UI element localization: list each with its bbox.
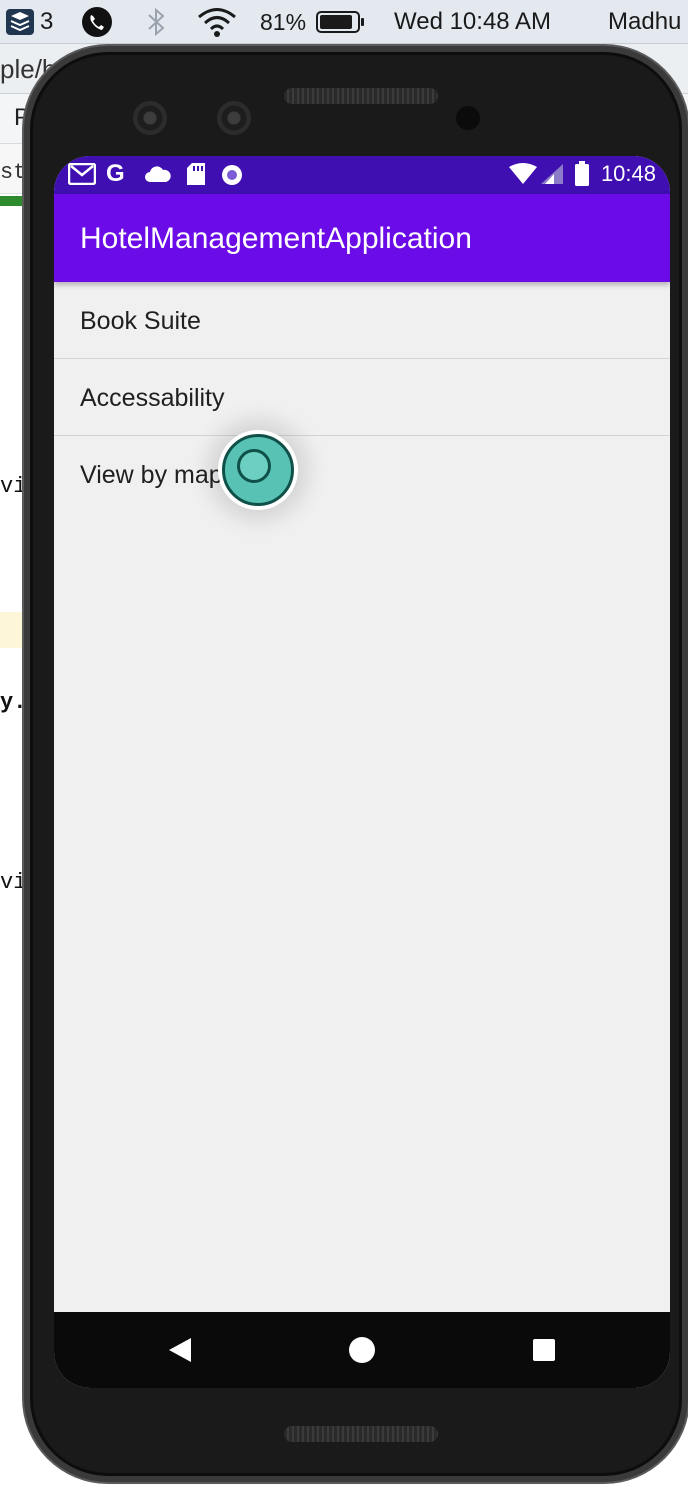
- home-icon[interactable]: [322, 1312, 402, 1388]
- mac-menubar: 3 81% Wed 10:48 AM Madhu: [0, 0, 688, 44]
- cell-signal-icon: [540, 163, 564, 190]
- android-screen: G 10:48 HotelManagementApplication Book …: [54, 156, 670, 1388]
- list-item-book-suite[interactable]: Book Suite: [54, 282, 670, 359]
- list-item-label: Book Suite: [80, 307, 201, 335]
- android-status-bar: G 10:48: [54, 156, 670, 194]
- battery-icon: [574, 161, 590, 192]
- code-fragment: y.: [0, 690, 27, 715]
- list-item-accessability[interactable]: Accessability: [54, 359, 670, 436]
- viber-icon[interactable]: [80, 0, 114, 44]
- status-time: 10:48: [600, 161, 656, 186]
- wifi-icon: [508, 163, 538, 190]
- app-title: HotelManagementApplication: [80, 222, 472, 255]
- gmail-icon: [67, 162, 97, 190]
- battery-percent: 81%: [260, 8, 307, 35]
- back-icon[interactable]: [140, 1312, 220, 1388]
- sd-card-icon: [186, 162, 206, 191]
- earpiece-speaker: [284, 88, 438, 104]
- record-icon: [220, 163, 244, 192]
- google-icon: G: [106, 160, 125, 187]
- proximity-sensor: [456, 106, 480, 130]
- menubar-datetime[interactable]: Wed 10:48 AM: [394, 0, 551, 44]
- layers-count: 3: [40, 8, 54, 35]
- battery-icon[interactable]: [316, 0, 366, 44]
- ide-editor-tab-text: st: [0, 160, 27, 185]
- android-nav-bar: [54, 1312, 670, 1388]
- layers-icon[interactable]: [4, 0, 36, 44]
- recents-icon[interactable]: [504, 1312, 584, 1388]
- code-fragment: vi: [0, 870, 27, 895]
- touch-indicator: [218, 430, 298, 510]
- list-item-view-by-map[interactable]: View by map: [54, 436, 670, 513]
- cloud-icon: [144, 165, 172, 188]
- bottom-speaker: [284, 1426, 438, 1442]
- list-item-label: View by map: [80, 461, 223, 489]
- touch-dot: [237, 449, 271, 483]
- menubar-user[interactable]: Madhu: [608, 0, 681, 44]
- list-item-label: Accessability: [80, 384, 225, 412]
- bluetooth-icon[interactable]: [144, 0, 168, 44]
- wifi-icon[interactable]: [196, 0, 238, 44]
- camera-icon: [133, 101, 167, 135]
- camera-icon: [217, 101, 251, 135]
- code-fragment: vi: [0, 474, 27, 499]
